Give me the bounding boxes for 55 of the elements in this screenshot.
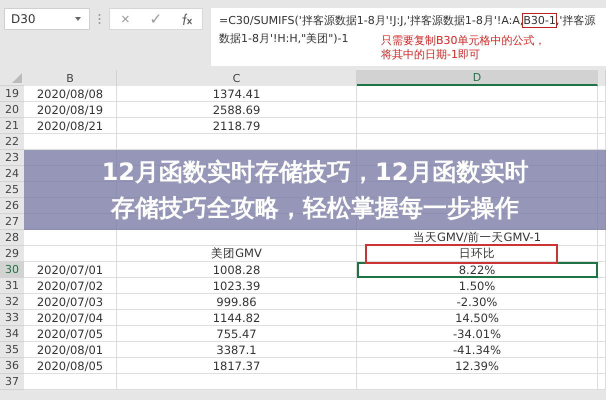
row-header[interactable]: 32 [0,294,24,310]
table-cell: 2020/07/01 [24,262,117,278]
table-cell: 2020/07/03 [24,294,117,310]
table-cell: 999.86 [117,294,357,310]
table-cell: 14.50% [357,310,598,326]
table-cell: 755.47 [117,326,357,342]
row-header[interactable]: 22 [0,134,24,150]
table-cell: 2588.69 [117,102,357,118]
row-header[interactable]: 20 [0,102,24,118]
table-cell: 1374.41 [117,86,357,102]
table-cell: 12.39% [357,358,598,374]
table-cell: 2020/08/05 [24,358,117,374]
row-header[interactable]: 26 [0,198,24,214]
row-header[interactable]: 19 [0,86,24,102]
table-cell: 1008.28 [117,262,357,278]
table-cell: 8.22% [357,262,598,278]
table-cell: 2020/07/02 [24,278,117,294]
table-cell: -34.01% [357,326,598,342]
row-header[interactable]: 29 [0,246,24,262]
row-header[interactable]: 23 [0,150,24,166]
column-header[interactable]: C [117,70,357,86]
table-cell: 2020/08/19 [24,102,117,118]
table-cell: 3387.1 [117,342,357,358]
row-header[interactable]: 27 [0,214,24,230]
banner-title: 12月函数实时存储技巧，12月函数实时 [102,157,528,188]
column-header[interactable]: D [357,70,598,86]
table-cell: 2020/08/08 [24,86,117,102]
table-cell: 1023.39 [117,278,357,294]
column-header[interactable]: B [24,70,117,86]
table-cell: 2020/07/04 [24,310,117,326]
table-cell: 1817.37 [117,358,357,374]
row-header[interactable]: 35 [0,342,24,358]
row-header[interactable]: 36 [0,358,24,374]
banner-title: 存储技巧全攻略，轻松掌握每一步操作 [111,193,519,224]
row-header[interactable]: 37 [0,374,24,390]
formula-field[interactable]: =C30/SUMIFS('拌客源数据1-8月'!J:J,'拌客源数据1-8月'!A:A,B30-1,'拌客源数据1-8月'!H:H,"美团")-1 只需要复制B30单元格中的公式，将其中的日期-1即可 [211,8,606,66]
row-header[interactable]: 30 [0,262,24,278]
table-cell: 日环比 [357,246,598,262]
table-cell: -2.30% [357,294,598,310]
table-cell: -41.34% [357,342,598,358]
row-header[interactable]: 24 [0,166,24,182]
table-cell: 1.50% [357,278,598,294]
row-header[interactable]: 34 [0,326,24,342]
row-header[interactable]: 28 [0,230,24,246]
table-cell: 2020/07/05 [24,326,117,342]
name-box[interactable]: D30 [4,8,90,30]
row-header[interactable]: 33 [0,310,24,326]
table-cell: 2118.79 [117,118,357,134]
row-header[interactable]: 25 [0,182,24,198]
table-cell: 1144.82 [117,310,357,326]
table-cell: 2020/08/01 [24,342,117,358]
row-header[interactable]: 31 [0,278,24,294]
row-header[interactable]: 21 [0,118,24,134]
table-cell: 美团GMV [117,246,357,262]
table-cell: 2020/08/21 [24,118,117,134]
